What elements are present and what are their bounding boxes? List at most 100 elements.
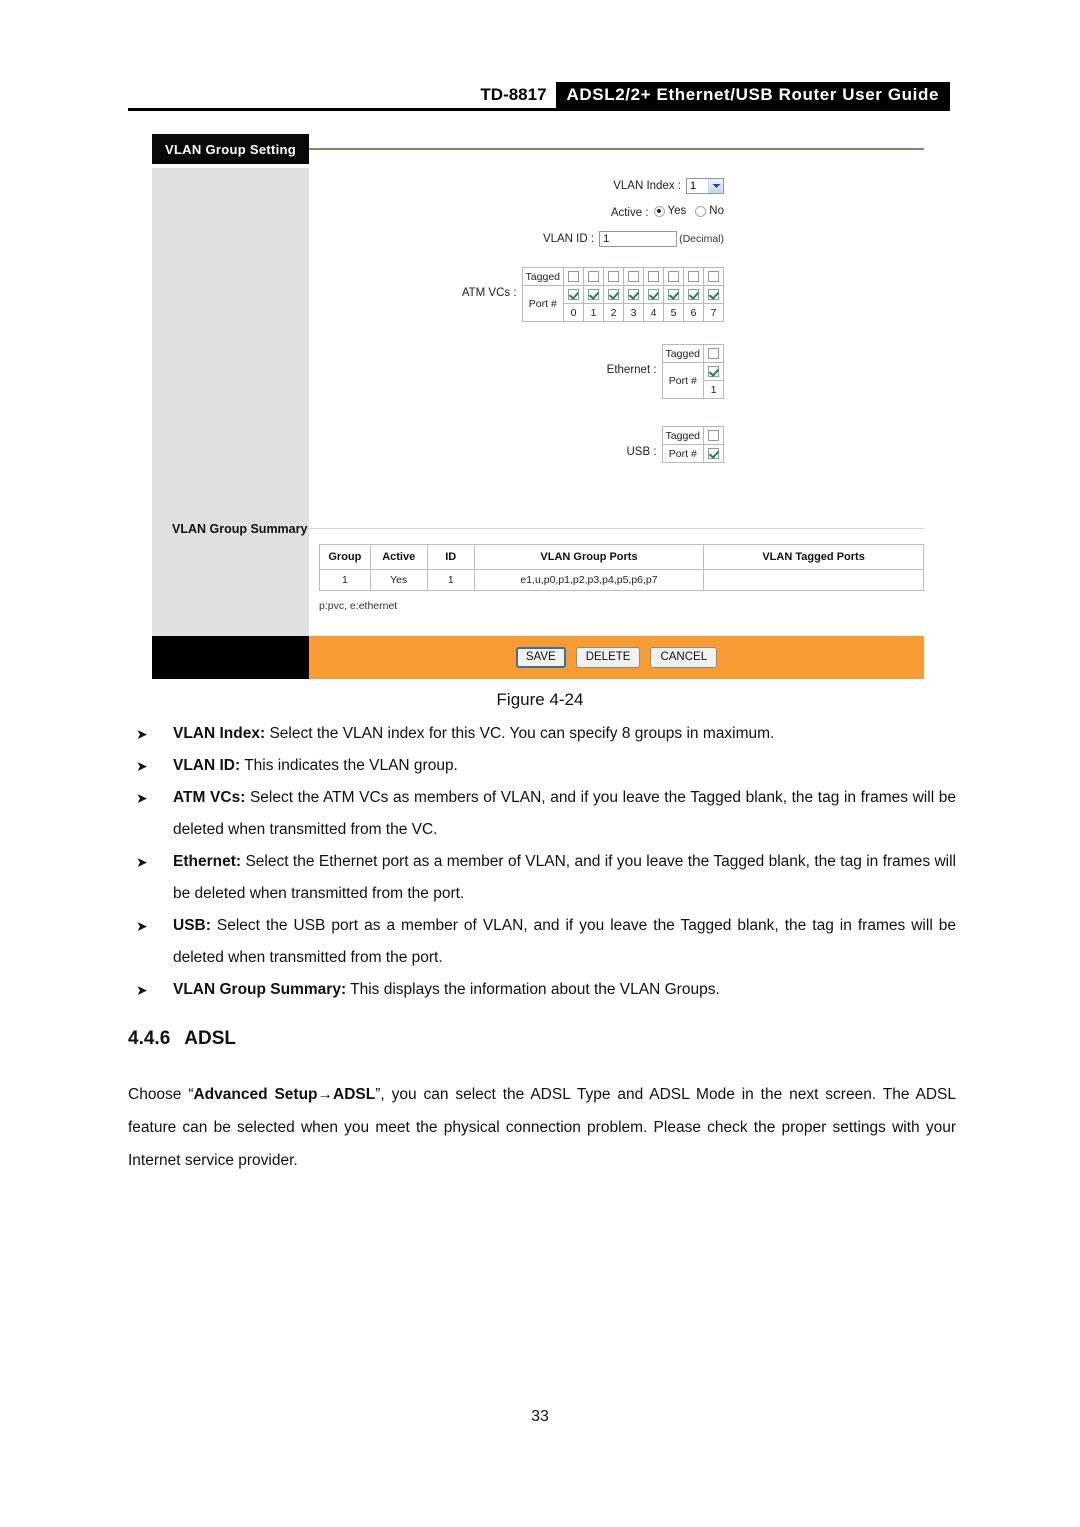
chevron-down-icon xyxy=(708,179,723,193)
bullet-marker-icon: ➤ xyxy=(136,758,148,774)
bullet-term: Ethernet: xyxy=(173,853,242,870)
list-item: ➤ VLAN Group Summary: This displays the … xyxy=(128,974,956,1006)
section-heading: 4.4.6 ADSL xyxy=(128,1028,236,1050)
bullet-term: VLAN Group Summary: xyxy=(173,981,347,998)
atm-tagged-label: Tagged xyxy=(521,267,565,286)
ethernet-tagged-row: Tagged xyxy=(661,344,724,363)
usb-port-cell-0[interactable] xyxy=(703,444,724,463)
column-header-group: Group xyxy=(319,544,371,570)
active-no-label: No xyxy=(709,205,724,217)
column-header-active: Active xyxy=(369,544,428,570)
vlan-index-row: VLAN Index : 1 xyxy=(309,178,724,194)
section-number: 4.4.6 xyxy=(128,1028,171,1049)
bullet-text: Select the USB port as a member of VLAN,… xyxy=(173,917,956,966)
usb-port-row: Port # xyxy=(661,444,724,463)
atm-tagged-checkbox-6[interactable] xyxy=(688,271,699,283)
vlan-id-hint: (Decimal) xyxy=(679,233,724,245)
ethernet-port-row: Port # xyxy=(661,362,724,399)
atm-tagged-cell-2[interactable] xyxy=(603,267,624,286)
usb-port-checkbox-0[interactable] xyxy=(708,448,719,460)
cell-active: Yes xyxy=(369,569,428,591)
atm-port-checkbox-0[interactable] xyxy=(568,289,579,301)
atm-vcs-port-table: Tagged Port # 0 1 2 3 4 5 6 7 xyxy=(521,267,724,322)
ethernet-tagged-checkbox-0[interactable] xyxy=(708,348,719,360)
atm-tagged-checkbox-3[interactable] xyxy=(628,271,639,283)
atm-port-cell-0[interactable] xyxy=(563,285,584,304)
atm-port-number-1: 1 xyxy=(583,303,604,322)
atm-port-checkbox-3[interactable] xyxy=(628,289,639,301)
bullet-text: Select the Ethernet port as a member of … xyxy=(173,853,956,902)
active-yes-radio[interactable] xyxy=(653,205,665,217)
atm-tagged-cell-5[interactable] xyxy=(663,267,684,286)
list-item: ➤ VLAN ID: This indicates the VLAN group… xyxy=(128,750,956,782)
bullet-marker-icon: ➤ xyxy=(136,790,148,806)
atm-port-cell-5[interactable] xyxy=(663,285,684,304)
bullet-text: Select the ATM VCs as members of VLAN, a… xyxy=(173,789,956,838)
atm-port-checkbox-1[interactable] xyxy=(588,289,599,301)
atm-port-cell-7[interactable] xyxy=(703,285,724,304)
figure-caption: Figure 4-24 xyxy=(496,690,584,709)
bullet-marker-icon: ➤ xyxy=(136,918,148,934)
vlan-id-label: VLAN ID : xyxy=(542,233,595,245)
cell-group: 1 xyxy=(319,569,371,591)
atm-port-cell-1[interactable] xyxy=(583,285,604,304)
panel-title: VLAN Group Setting xyxy=(152,134,309,164)
atm-port-number-4: 4 xyxy=(643,303,664,322)
atm-tagged-checkbox-7[interactable] xyxy=(708,271,719,283)
atm-port-cell-2[interactable] xyxy=(603,285,624,304)
atm-port-number-2: 2 xyxy=(603,303,624,322)
usb-port-label: Port # xyxy=(661,444,705,463)
atm-tagged-checkbox-1[interactable] xyxy=(588,271,599,283)
bullet-text: Select the VLAN index for this VC. You c… xyxy=(265,725,775,742)
save-button[interactable]: SAVE xyxy=(515,647,566,668)
vlan-id-input[interactable]: 1 xyxy=(599,231,678,247)
paragraph-prefix: Choose “ xyxy=(128,1086,194,1103)
usb-tagged-label: Tagged xyxy=(661,426,705,445)
atm-port-number-6: 6 xyxy=(683,303,704,322)
header-divider xyxy=(128,108,950,111)
atm-port-number-3: 3 xyxy=(623,303,644,322)
delete-button[interactable]: DELETE xyxy=(575,647,641,668)
bullet-text: This displays the information about the … xyxy=(346,981,720,998)
ethernet-port-number-0: 1 xyxy=(703,380,724,399)
ethernet-tagged-cell-0[interactable] xyxy=(703,344,724,363)
atm-tagged-checkbox-2[interactable] xyxy=(608,271,619,283)
atm-port-number-0: 0 xyxy=(563,303,584,322)
atm-tagged-cell-4[interactable] xyxy=(643,267,664,286)
atm-tagged-checkbox-4[interactable] xyxy=(648,271,659,283)
usb-tagged-checkbox-0[interactable] xyxy=(708,430,719,442)
bullet-term: USB: xyxy=(173,917,211,934)
atm-port-checkbox-7[interactable] xyxy=(708,289,719,301)
atm-tagged-cell-3[interactable] xyxy=(623,267,644,286)
atm-port-checkbox-5[interactable] xyxy=(668,289,679,301)
atm-port-cell-6[interactable] xyxy=(683,285,704,304)
atm-port-cell-4[interactable] xyxy=(643,285,664,304)
ethernet-label: Ethernet : xyxy=(606,364,657,376)
atm-port-checkbox-6[interactable] xyxy=(688,289,699,301)
atm-tagged-cell-1[interactable] xyxy=(583,267,604,286)
bullet-marker-icon: ➤ xyxy=(136,982,148,998)
ethernet-port-checkbox-0[interactable] xyxy=(708,366,719,378)
cancel-button[interactable]: CANCEL xyxy=(650,647,718,668)
atm-tagged-cell-7[interactable] xyxy=(703,267,724,286)
atm-port-checkbox-4[interactable] xyxy=(648,289,659,301)
atm-tagged-checkbox-5[interactable] xyxy=(668,271,679,283)
ethernet-port-label: Port # xyxy=(661,362,705,399)
atm-tagged-row: Tagged xyxy=(521,267,724,286)
section-paragraph: Choose “Advanced Setup→ADSL”, you can se… xyxy=(128,1078,956,1177)
active-no-radio[interactable] xyxy=(695,205,707,217)
bullet-term: ATM VCs: xyxy=(173,789,246,806)
usb-port-table: Tagged Port # xyxy=(661,426,724,463)
ethernet-port-cell-0[interactable] xyxy=(703,362,724,381)
ethernet-tagged-label: Tagged xyxy=(661,344,705,363)
atm-tagged-cell-0[interactable] xyxy=(563,267,584,286)
atm-tagged-cell-6[interactable] xyxy=(683,267,704,286)
atm-port-cell-3[interactable] xyxy=(623,285,644,304)
atm-port-checkbox-2[interactable] xyxy=(608,289,619,301)
atm-port-number-7: 7 xyxy=(703,303,724,322)
vlan-form: VLAN Index : 1 Active : Yes No VLAN ID:… xyxy=(309,164,924,514)
vlan-index-select[interactable]: 1 xyxy=(686,178,724,194)
bullet-marker-icon: ➤ xyxy=(136,726,148,742)
usb-tagged-cell-0[interactable] xyxy=(703,426,724,445)
atm-tagged-checkbox-0[interactable] xyxy=(568,271,579,283)
